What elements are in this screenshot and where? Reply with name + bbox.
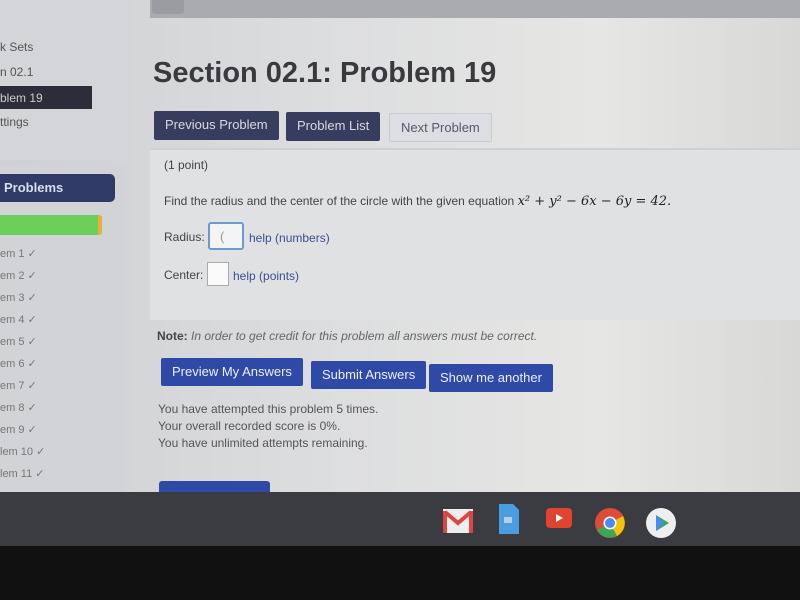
chromeos-shelf [0, 492, 800, 546]
problem-list-item[interactable]: em 3 ✓ [0, 291, 37, 304]
problem-list-item[interactable]: em 9 ✓ [0, 423, 37, 436]
problem-list-item[interactable]: lem 10 ✓ [0, 445, 45, 458]
sidebar-link-settings[interactable]: ttings [0, 115, 29, 129]
youtube-icon[interactable] [546, 508, 572, 528]
submit-answers-button[interactable]: Submit Answers [311, 361, 427, 389]
problem-list-item[interactable]: em 5 ✓ [0, 335, 37, 348]
note-label: Note: [157, 329, 188, 343]
attempts-text: You have attempted this problem 5 times. [158, 402, 379, 416]
problem-list-item[interactable]: em 4 ✓ [0, 313, 37, 326]
progress-bar [0, 215, 102, 235]
problem-list-item[interactable]: em 8 ✓ [0, 401, 37, 414]
problem-list-button[interactable]: Problem List [286, 112, 381, 141]
problem-list-item[interactable]: lem 11 ✓ [0, 467, 44, 480]
sidebar-link-homework-sets[interactable]: k Sets [0, 40, 33, 54]
gmail-icon[interactable] [443, 506, 473, 536]
breadcrumb-bar [150, 0, 800, 18]
radius-label: Radius: [164, 230, 205, 244]
sidebar-link-section[interactable]: n 02.1 [0, 65, 33, 79]
sidebar-main-menu: k Sets n 02.1 blem 19 ttings [0, 0, 122, 160]
sidebar-link-problem-active[interactable]: blem 19 [0, 86, 92, 109]
problem-statement: Find the radius and the center of the ci… [164, 194, 671, 209]
remaining-text: You have unlimited attempts remaining. [158, 436, 368, 450]
equation: x² + y² − 6x − 6y = 42. [517, 194, 672, 209]
show-me-another-button[interactable]: Show me another [429, 364, 553, 392]
browser-screen: k Sets n 02.1 blem 19 ttings Problems em… [0, 0, 800, 496]
problem-list-item[interactable]: em 6 ✓ [0, 357, 37, 370]
note: Note: In order to get credit for this pr… [157, 329, 537, 343]
center-input[interactable] [207, 262, 229, 286]
score-text: Your overall recorded score is 0%. [158, 419, 341, 433]
page-title: Section 02.1: Problem 19 [153, 57, 497, 89]
preview-answers-button[interactable]: Preview My Answers [161, 358, 303, 386]
next-problem-button[interactable]: Next Problem [389, 113, 492, 142]
play-store-icon[interactable] [646, 508, 676, 538]
radius-help-link[interactable]: help (numbers) [249, 231, 330, 245]
problem-list-item[interactable]: em 1 ✓ [0, 247, 37, 260]
docs-icon[interactable] [499, 504, 519, 534]
previous-problem-button[interactable]: Previous Problem [154, 111, 279, 140]
note-text: In order to get credit for this problem … [191, 329, 538, 343]
problem-list-item[interactable]: em 7 ✓ [0, 379, 37, 392]
radius-input[interactable]: ( [208, 222, 244, 250]
breadcrumb-button[interactable] [152, 0, 184, 14]
chrome-icon[interactable] [595, 508, 625, 538]
problem-points: (1 point) [164, 158, 209, 172]
problem-list-item[interactable]: em 2 ✓ [0, 269, 37, 282]
center-label: Center: [164, 268, 204, 282]
problems-header: Problems [0, 174, 115, 202]
problem-body: (1 point) Find the radius and the center… [150, 148, 800, 320]
center-help-link[interactable]: help (points) [233, 269, 299, 283]
statement-text: Find the radius and the center of the ci… [164, 194, 515, 208]
